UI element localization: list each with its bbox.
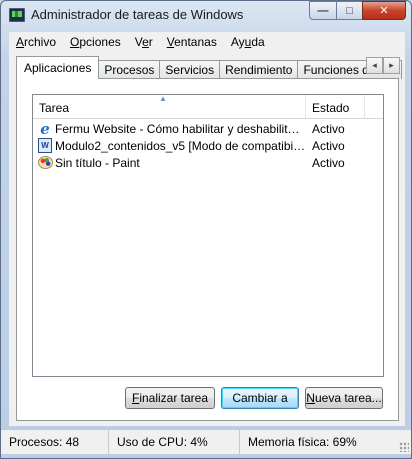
task-status: Activo — [312, 121, 345, 136]
task-name: Fermu Website - Cómo habilitar y deshabi… — [55, 121, 306, 136]
list-header: ▲ Tarea Estado — [33, 94, 383, 119]
maximize-button[interactable]: □ — [336, 1, 362, 20]
status-bar: Procesos: 48 Uso de CPU: 4% Memoria físi… — [1, 429, 411, 454]
list-body: e Fermu Website - Cómo habilitar y desha… — [33, 120, 383, 171]
menu-ventanas[interactable]: Ventanas — [160, 35, 224, 49]
status-physical-memory: Memoria física: 69% — [248, 435, 357, 449]
task-status: Activo — [312, 138, 345, 153]
status-processes: Procesos: 48 — [1, 430, 109, 454]
menu-bar: Archivo Opciones Ver Ventanas Ayuda — [9, 32, 405, 51]
menu-ver[interactable]: Ver — [128, 35, 160, 49]
client-area: Aplicaciones Procesos Servicios Rendimie… — [9, 51, 405, 426]
window-title: Administrador de tareas de Windows — [31, 7, 244, 22]
list-item[interactable]: W Modulo2_contenidos_v5 [Modo de compati… — [33, 137, 383, 154]
word-document-icon: W — [37, 138, 53, 154]
sort-ascending-icon: ▲ — [159, 94, 167, 103]
tab-strip: Aplicaciones Procesos Servicios Rendimie… — [16, 56, 403, 79]
menu-ayuda[interactable]: Ayuda — [224, 35, 272, 49]
menu-archivo[interactable]: Archivo — [9, 35, 63, 49]
tab-aplicaciones[interactable]: Aplicaciones — [16, 56, 100, 79]
applications-panel: ▲ Tarea Estado e Fermu Website - Cómo ha… — [16, 78, 399, 421]
paint-icon — [37, 155, 53, 171]
column-header-filler — [365, 95, 383, 119]
minimize-button[interactable]: — — [309, 1, 336, 20]
tab-rendimiento[interactable]: Rendimiento — [219, 60, 299, 79]
title-bar[interactable]: Administrador de tareas de Windows — □ ✕ — [1, 1, 411, 29]
tab-scroll-left-icon[interactable]: ◂ — [366, 57, 383, 74]
end-task-button[interactable]: Finalizar tarea — [125, 387, 215, 409]
resize-grip-icon[interactable] — [399, 442, 409, 452]
column-header-task[interactable]: ▲ Tarea — [33, 94, 306, 119]
internet-explorer-icon: e — [40, 120, 50, 137]
list-item[interactable]: e Fermu Website - Cómo habilitar y desha… — [33, 120, 383, 137]
switch-to-button[interactable]: Cambiar a — [221, 387, 299, 409]
close-button[interactable]: ✕ — [362, 1, 406, 20]
caption-buttons: — □ ✕ — [309, 1, 406, 20]
tab-scroll-buttons: ◂ ▸ — [366, 57, 400, 74]
column-header-status[interactable]: Estado — [306, 95, 365, 119]
task-manager-window: Administrador de tareas de Windows — □ ✕… — [0, 0, 412, 459]
applications-list[interactable]: ▲ Tarea Estado e Fermu Website - Cómo ha… — [32, 94, 384, 377]
task-manager-icon — [9, 8, 25, 22]
tab-servicios[interactable]: Servicios — [159, 60, 221, 79]
tab-procesos[interactable]: Procesos — [98, 60, 161, 79]
task-name: Sin título - Paint — [55, 155, 140, 170]
task-name: Modulo2_contenidos_v5 [Modo de compatibi… — [55, 138, 306, 153]
menu-opciones[interactable]: Opciones — [63, 35, 128, 49]
status-cpu-usage: Uso de CPU: 4% — [109, 430, 240, 454]
list-item[interactable]: Sin título - Paint Activo — [33, 154, 383, 171]
task-status: Activo — [312, 155, 345, 170]
tab-scroll-right-icon[interactable]: ▸ — [383, 57, 400, 74]
new-task-button[interactable]: Nueva tarea... — [305, 387, 383, 409]
